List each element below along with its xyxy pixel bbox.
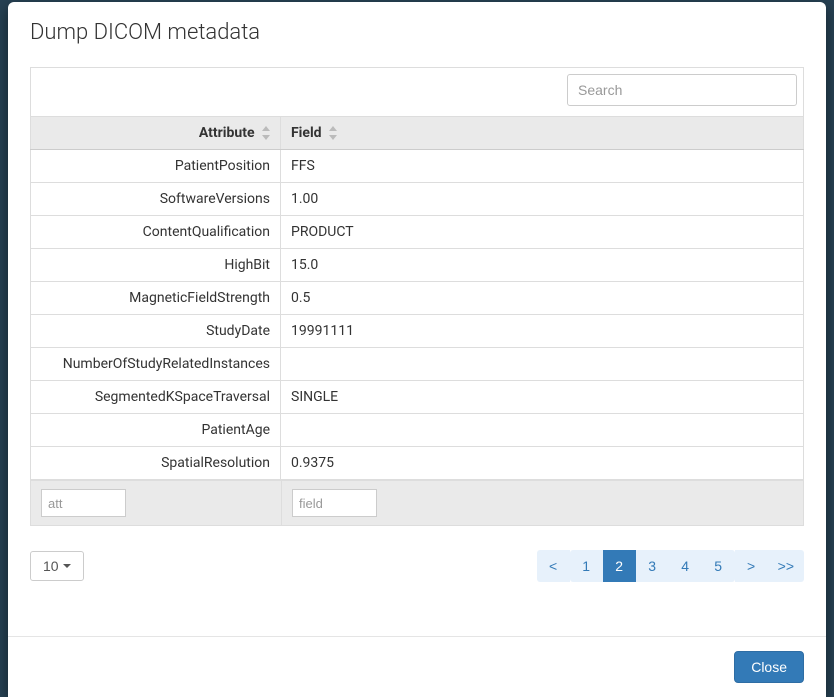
- table-row: PatientPositionFFS: [31, 150, 804, 183]
- attribute-cell: PatientAge: [31, 414, 281, 447]
- metadata-table: Attribute Field PatientPositionFFSSoftwa…: [30, 116, 804, 480]
- table-row: ContentQualificationPRODUCT: [31, 216, 804, 249]
- field-cell: PRODUCT: [281, 216, 804, 249]
- field-cell: [281, 348, 804, 381]
- attribute-filter-input[interactable]: [41, 489, 126, 517]
- modal-title: Dump DICOM metadata: [30, 20, 804, 45]
- field-cell: SINGLE: [281, 381, 804, 414]
- dicom-metadata-modal: Dump DICOM metadata Attribute Field Pa: [8, 2, 826, 697]
- attribute-cell: SegmentedKSpaceTraversal: [31, 381, 281, 414]
- attribute-cell: MagneticFieldStrength: [31, 282, 281, 315]
- table-row: StudyDate19991111: [31, 315, 804, 348]
- field-cell: [281, 414, 804, 447]
- table-bottom-controls: 10 < 12345 > >>: [30, 550, 804, 582]
- field-cell: FFS: [281, 150, 804, 183]
- pagination-page-5[interactable]: 5: [702, 550, 735, 582]
- attribute-filter-cell: [31, 481, 281, 525]
- table-header-row: Attribute Field: [31, 117, 804, 150]
- page-size-dropdown[interactable]: 10: [30, 551, 84, 581]
- search-input[interactable]: [567, 74, 797, 106]
- sort-icon: [262, 127, 270, 139]
- field-cell: 19991111: [281, 315, 804, 348]
- modal-footer: Close: [8, 636, 826, 697]
- field-filter-input[interactable]: [292, 489, 377, 517]
- attribute-cell: StudyDate: [31, 315, 281, 348]
- pagination-next[interactable]: >: [735, 550, 768, 582]
- modal-body: Attribute Field PatientPositionFFSSoftwa…: [8, 59, 826, 636]
- table-row: HighBit15.0: [31, 249, 804, 282]
- attribute-cell: SpatialResolution: [31, 447, 281, 480]
- attribute-cell: NumberOfStudyRelatedInstances: [31, 348, 281, 381]
- chevron-down-icon: [63, 564, 71, 568]
- attribute-cell: ContentQualification: [31, 216, 281, 249]
- attribute-cell: HighBit: [31, 249, 281, 282]
- filter-row: [30, 480, 804, 526]
- pagination-page-4[interactable]: 4: [669, 550, 702, 582]
- field-cell: 0.5: [281, 282, 804, 315]
- pagination: < 12345 > >>: [537, 550, 804, 582]
- table-row: SegmentedKSpaceTraversalSINGLE: [31, 381, 804, 414]
- table-row: NumberOfStudyRelatedInstances: [31, 348, 804, 381]
- attribute-cell: PatientPosition: [31, 150, 281, 183]
- table-row: SoftwareVersions1.00: [31, 183, 804, 216]
- column-header-label: Field: [291, 125, 322, 141]
- sort-icon: [329, 127, 337, 139]
- attribute-cell: SoftwareVersions: [31, 183, 281, 216]
- column-header-attribute[interactable]: Attribute: [31, 117, 281, 150]
- field-cell: 0.9375: [281, 447, 804, 480]
- field-filter-cell: [281, 481, 803, 525]
- pagination-page-2[interactable]: 2: [603, 550, 636, 582]
- table-toolbar: [30, 67, 804, 116]
- pagination-page-1[interactable]: 1: [570, 550, 603, 582]
- pagination-page-3[interactable]: 3: [636, 550, 669, 582]
- column-header-label: Attribute: [199, 125, 255, 141]
- table-row: SpatialResolution0.9375: [31, 447, 804, 480]
- pagination-prev[interactable]: <: [537, 550, 570, 582]
- column-header-field[interactable]: Field: [281, 117, 804, 150]
- field-cell: 15.0: [281, 249, 804, 282]
- field-cell: 1.00: [281, 183, 804, 216]
- table-row: PatientAge: [31, 414, 804, 447]
- pagination-last[interactable]: >>: [768, 550, 804, 582]
- modal-header: Dump DICOM metadata: [8, 2, 826, 59]
- table-row: MagneticFieldStrength0.5: [31, 282, 804, 315]
- page-size-label: 10: [43, 558, 59, 574]
- close-button[interactable]: Close: [734, 651, 804, 683]
